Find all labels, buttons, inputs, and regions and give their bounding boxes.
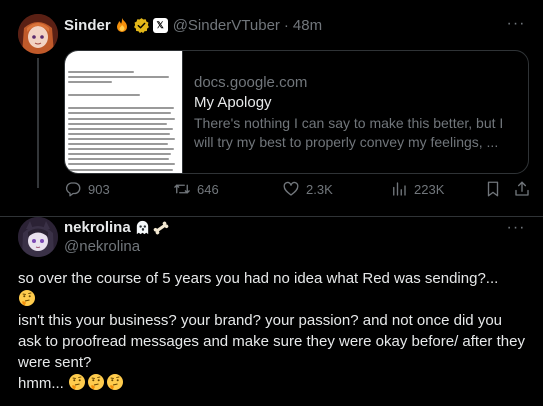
- sinder-avatar[interactable]: [18, 14, 58, 54]
- view-count: 223K: [414, 181, 445, 197]
- reply-text-line-2: isn't this your business? your brand? yo…: [18, 312, 525, 371]
- reply-author-name[interactable]: nekrolina: [64, 219, 131, 236]
- tweet-actions-bar: 903 646 2.3K 223K: [64, 179, 534, 199]
- reply-more-options-icon[interactable]: ···: [504, 216, 528, 240]
- reply-icon: [65, 182, 81, 197]
- card-domain: docs.google.com: [194, 74, 308, 91]
- bookmark-icon: [487, 181, 499, 197]
- reply-text-segment-3: hmm...: [18, 375, 64, 392]
- nekrolina-avatar-art: [18, 217, 58, 257]
- card-text: docs.google.com My Apology There's nothi…: [194, 73, 524, 152]
- bone-emoji-icon: [153, 221, 168, 234]
- thinking-face-emoji-icon: [69, 374, 86, 390]
- separator-dot: ·: [283, 16, 289, 34]
- thinking-face-emoji-icon: [88, 374, 105, 390]
- share-button[interactable]: [513, 179, 531, 199]
- reply-tweet-text: so over the course of 5 years you had no…: [18, 268, 528, 394]
- author-name[interactable]: Sinder: [64, 17, 111, 34]
- reply-text-line-1: so over the course of 5 years you had no…: [18, 268, 528, 310]
- reply-text-line-3: hmm...: [18, 373, 528, 394]
- card-title: My Apology: [194, 94, 272, 111]
- like-button[interactable]: 2.3K: [282, 179, 333, 199]
- reply-button[interactable]: 903: [64, 179, 110, 199]
- timestamp[interactable]: 48m: [293, 17, 322, 34]
- reply-count: 903: [88, 181, 110, 197]
- views-chart-icon: [393, 182, 406, 196]
- link-preview-card[interactable]: docs.google.com My Apology There's nothi…: [64, 50, 529, 174]
- bookmark-button[interactable]: [484, 179, 502, 199]
- repost-count: 646: [197, 181, 219, 197]
- tweet-sinder[interactable]: Sinder 𝕏 @SinderVTuber · 48m ··· docs.go…: [0, 0, 543, 217]
- document-thumbnail: [65, 51, 183, 173]
- thinking-face-emoji-icon: [107, 374, 124, 390]
- card-description: There's nothing I can say to make this b…: [194, 115, 504, 150]
- fire-emoji-icon: [116, 18, 127, 32]
- share-icon: [515, 181, 529, 196]
- nekrolina-avatar[interactable]: [18, 217, 58, 257]
- reply-author-handle[interactable]: @nekrolina: [64, 238, 170, 255]
- sinder-avatar-art: [18, 14, 58, 54]
- verified-gold-badge-icon[interactable]: [133, 17, 150, 34]
- affiliate-badge-icon[interactable]: 𝕏: [152, 17, 168, 33]
- ghost-emoji-icon: [136, 220, 148, 235]
- repost-button[interactable]: 646: [173, 179, 219, 199]
- reply-text-segment-1: so over the course of 5 years you had no…: [18, 270, 499, 287]
- heart-icon: [283, 181, 299, 196]
- reply-tweet-header: nekrolina @nekrolina: [64, 218, 170, 255]
- thread-connector-line: [37, 58, 39, 188]
- repost-icon: [174, 184, 190, 194]
- more-options-icon[interactable]: ···: [504, 12, 528, 36]
- thinking-face-emoji-icon: [19, 290, 35, 306]
- like-count: 2.3K: [306, 181, 333, 197]
- author-handle[interactable]: @SinderVTuber: [173, 17, 280, 34]
- tweet-header: Sinder 𝕏 @SinderVTuber · 48m: [64, 15, 322, 35]
- views-button[interactable]: 223K: [390, 179, 444, 199]
